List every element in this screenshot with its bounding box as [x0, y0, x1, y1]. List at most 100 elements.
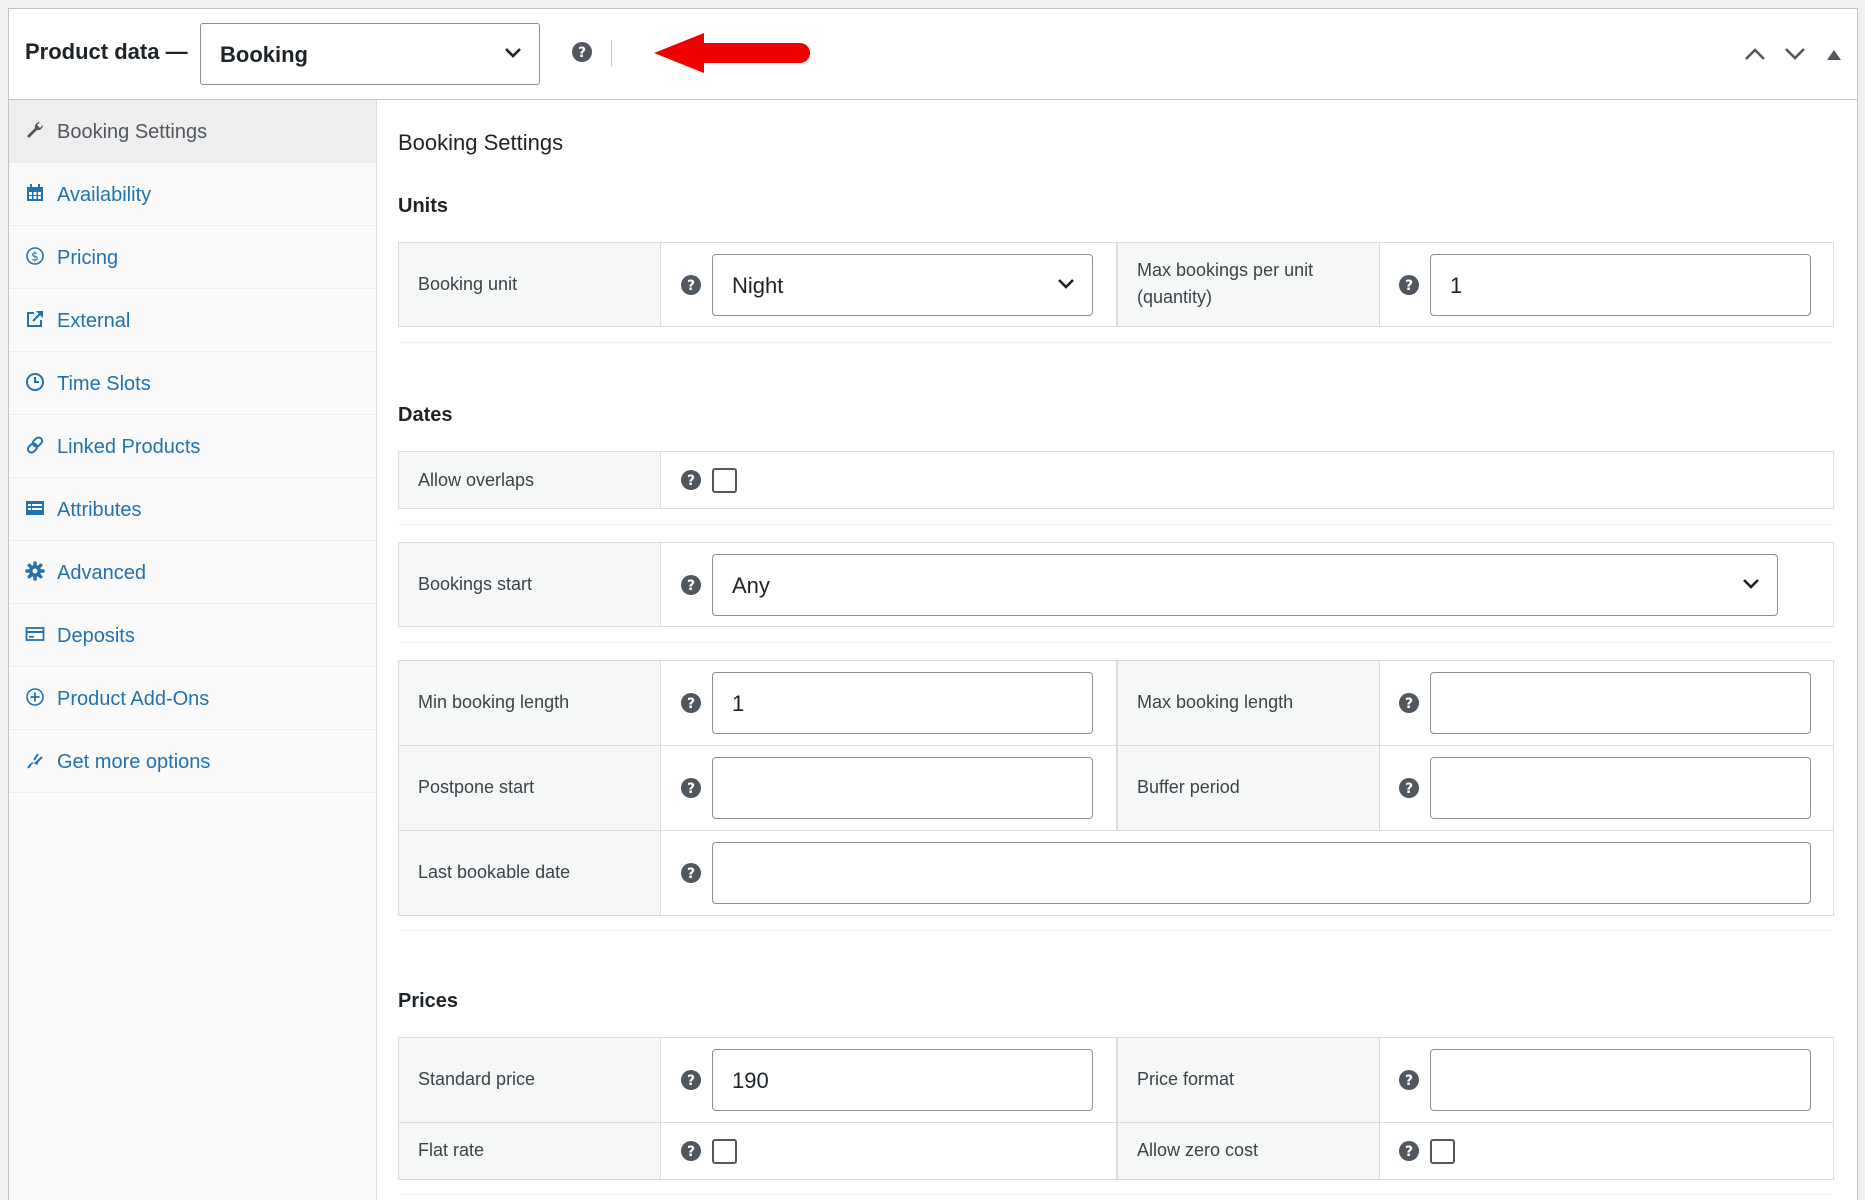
help-icon[interactable]: ?: [681, 778, 701, 798]
last-date-label-cell: Last bookable date: [399, 831, 661, 915]
bookings-start-value: Any: [732, 573, 770, 598]
move-up-icon[interactable]: [1744, 46, 1766, 62]
booking-unit-label-cell: Booking unit: [399, 243, 661, 326]
svg-text:?: ?: [578, 45, 586, 61]
flat-rate-label: Flat rate: [418, 1140, 485, 1160]
booking-unit-label: Booking unit: [418, 274, 518, 294]
max-length-label: Max booking length: [1137, 692, 1294, 712]
section-separator: [398, 1194, 1834, 1195]
price-format-label-cell: Price format: [1118, 1038, 1380, 1122]
postpone-label-cell: Postpone start: [399, 746, 661, 830]
link-icon: [26, 436, 44, 454]
standard-price-label-cell: Standard price: [399, 1038, 661, 1122]
tab-attributes[interactable]: Attributes: [9, 478, 376, 541]
help-icon[interactable]: ?: [681, 1141, 701, 1161]
header-divider: [611, 40, 612, 66]
product-type-value: Booking: [220, 42, 308, 67]
units-heading: Units: [398, 195, 448, 217]
tab-external[interactable]: External: [9, 289, 376, 352]
max-length-input[interactable]: [1430, 672, 1811, 734]
price-format-input[interactable]: [1430, 1049, 1811, 1111]
help-icon[interactable]: ?: [681, 863, 701, 883]
booking-unit-select[interactable]: Night: [712, 254, 1093, 316]
panel-title: Booking Settings: [398, 130, 564, 155]
help-icon[interactable]: ?: [572, 42, 592, 62]
plus-circle-icon: [26, 688, 44, 706]
flat-rate-checkbox[interactable]: [712, 1139, 737, 1164]
allow-overlaps-checkbox[interactable]: [712, 468, 737, 493]
svg-text:?: ?: [1405, 1144, 1413, 1160]
tab-advanced[interactable]: Advanced: [9, 541, 376, 604]
svg-text:?: ?: [1405, 696, 1413, 712]
help-icon[interactable]: ?: [681, 275, 701, 295]
help-icon[interactable]: ?: [1399, 778, 1419, 798]
postpone-label: Postpone start: [418, 777, 535, 797]
help-icon[interactable]: ?: [681, 693, 701, 713]
bookings-start-label-cell: Bookings start: [399, 543, 661, 626]
svg-text:?: ?: [687, 781, 695, 797]
bookings-start-label: Bookings start: [418, 574, 533, 594]
help-icon[interactable]: ?: [1399, 1141, 1419, 1161]
help-icon[interactable]: ?: [1399, 1070, 1419, 1090]
max-length-label-cell: Max booking length: [1118, 661, 1380, 745]
tab-get-more-options[interactable]: Get more options: [9, 730, 376, 793]
max-bookings-label-cell: Max bookings per unit (quantity): [1118, 243, 1380, 326]
zero-cost-label-cell: Allow zero cost: [1118, 1123, 1380, 1179]
svg-text:?: ?: [1405, 781, 1413, 797]
units-row: Booking unit ? Night Max bookings per un…: [398, 242, 1834, 327]
product-data-panel: Product data — Booking ? Booking Setting…: [8, 8, 1858, 1200]
buffer-label-cell: Buffer period: [1118, 746, 1380, 830]
help-icon[interactable]: ?: [681, 1070, 701, 1090]
zero-cost-checkbox[interactable]: [1430, 1139, 1455, 1164]
section-separator: [398, 642, 1834, 643]
bookings-start-select[interactable]: Any: [712, 554, 1778, 616]
max-bookings-label-line2: (quantity): [1137, 287, 1213, 307]
allow-overlaps-label: Allow overlaps: [418, 470, 535, 490]
product-data-tabs: Booking Settings Availability $ Pricing …: [9, 100, 377, 1200]
max-bookings-input[interactable]: 1: [1430, 254, 1811, 316]
prices-heading: Prices: [398, 990, 459, 1012]
tab-deposits[interactable]: Deposits: [9, 604, 376, 667]
svg-text:?: ?: [687, 696, 695, 712]
bookings-start-row: Bookings start ? Any: [398, 542, 1834, 627]
svg-text:?: ?: [687, 866, 695, 882]
tab-availability[interactable]: Availability: [9, 163, 376, 226]
tab-booking-settings[interactable]: Booking Settings: [9, 100, 376, 163]
collapse-toggle-icon[interactable]: [1827, 49, 1841, 61]
external-link-icon: [27, 311, 43, 327]
help-icon[interactable]: ?: [681, 575, 701, 595]
product-data-header: Product data — Booking ?: [9, 9, 1857, 100]
card-icon: [25, 627, 45, 641]
dates-heading: Dates: [398, 404, 453, 426]
price-format-label: Price format: [1137, 1069, 1235, 1089]
svg-text:?: ?: [1405, 1073, 1413, 1089]
last-date-input[interactable]: [712, 842, 1811, 904]
standard-price-input[interactable]: 190: [712, 1049, 1093, 1111]
min-length-input[interactable]: 1: [712, 672, 1093, 734]
red-arrow-annotation-icon: [654, 33, 810, 73]
help-icon[interactable]: ?: [1399, 693, 1419, 713]
move-down-icon[interactable]: [1784, 46, 1806, 62]
help-icon[interactable]: ?: [681, 470, 701, 490]
tab-time-slots[interactable]: Time Slots: [9, 352, 376, 415]
svg-text:?: ?: [687, 1144, 695, 1160]
min-length-label: Min booking length: [418, 692, 570, 712]
wrench-icon: [27, 121, 44, 138]
chevron-down-icon: [1743, 579, 1759, 589]
help-icon[interactable]: ?: [1399, 275, 1419, 295]
gear-icon: [25, 561, 45, 581]
buffer-input[interactable]: [1430, 757, 1811, 819]
allow-overlaps-label-cell: Allow overlaps: [399, 452, 661, 508]
product-data-title: Product data —: [25, 39, 188, 64]
chevron-down-icon: [1058, 279, 1074, 289]
product-type-select[interactable]: Booking: [200, 23, 540, 85]
svg-text:?: ?: [687, 473, 695, 489]
booking-unit-value: Night: [732, 273, 784, 298]
tab-linked-products[interactable]: Linked Products: [9, 415, 376, 478]
allow-overlaps-row: Allow overlaps ?: [398, 451, 1834, 509]
tab-pricing[interactable]: $ Pricing: [9, 226, 376, 289]
postpone-input[interactable]: [712, 757, 1093, 819]
tab-product-add-ons[interactable]: Product Add-Ons: [9, 667, 376, 730]
zero-cost-label: Allow zero cost: [1137, 1140, 1259, 1160]
list-icon: [26, 501, 44, 515]
